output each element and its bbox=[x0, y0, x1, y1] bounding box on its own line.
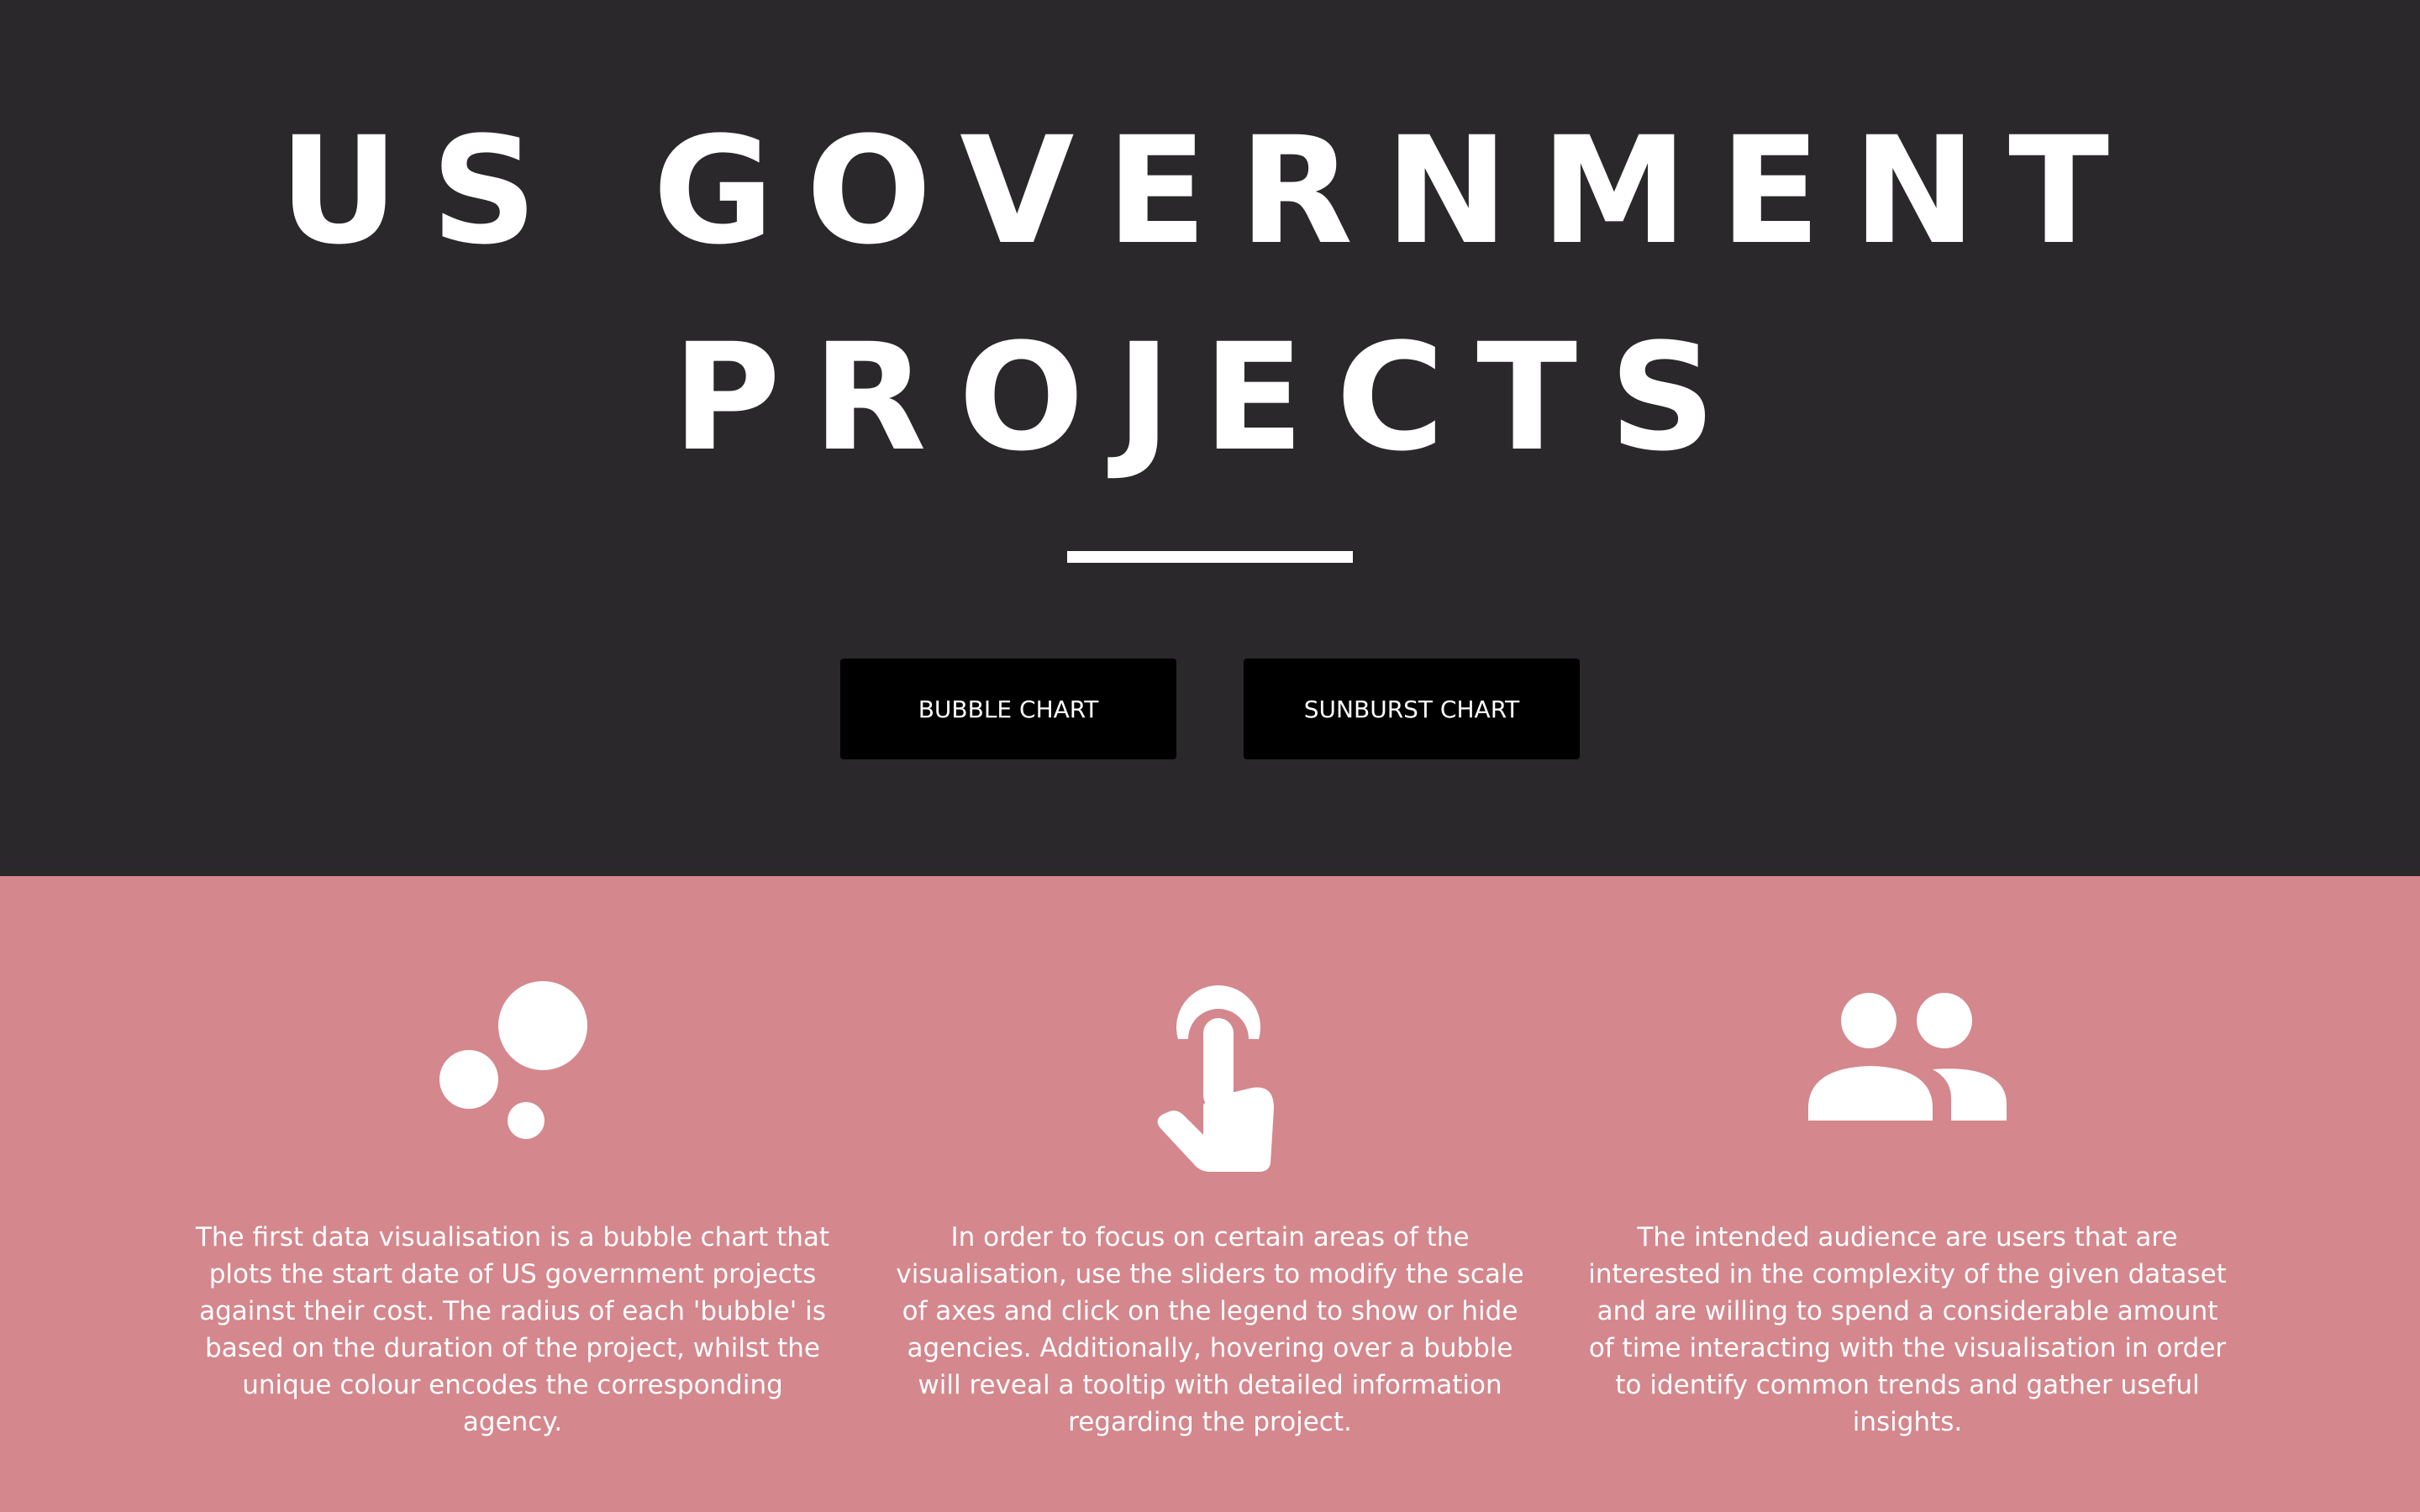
feature-description: In order to focus on certain areas of th… bbox=[896, 1222, 1524, 1437]
title-divider bbox=[1067, 551, 1353, 563]
hero-section: US GOVERNMENT PROJECTS BUBBLE CHART SUNB… bbox=[0, 0, 2420, 876]
bubbles-icon bbox=[193, 980, 832, 1148]
features-section: The first data visualisation is a bubble… bbox=[0, 876, 2420, 1512]
feature-description: The first data visualisation is a bubble… bbox=[195, 1222, 830, 1437]
bubble-chart-button[interactable]: BUBBLE CHART bbox=[840, 659, 1176, 759]
feature-column-interaction: In order to focus on certain areas of th… bbox=[891, 876, 1529, 1512]
users-icon bbox=[1588, 980, 2227, 1148]
feature-column-audience: The intended audience are users that are… bbox=[1588, 876, 2227, 1512]
feature-column-bubble: The first data visualisation is a bubble… bbox=[193, 876, 832, 1512]
page-title-line-2: PROJECTS bbox=[672, 312, 1748, 484]
sunburst-chart-button[interactable]: SUNBURST CHART bbox=[1244, 659, 1580, 759]
page-title-line-1: US GOVERNMENT bbox=[278, 105, 2142, 277]
pointer-hand-icon bbox=[891, 980, 1529, 1172]
feature-description: The intended audience are users that are… bbox=[1588, 1222, 2227, 1437]
